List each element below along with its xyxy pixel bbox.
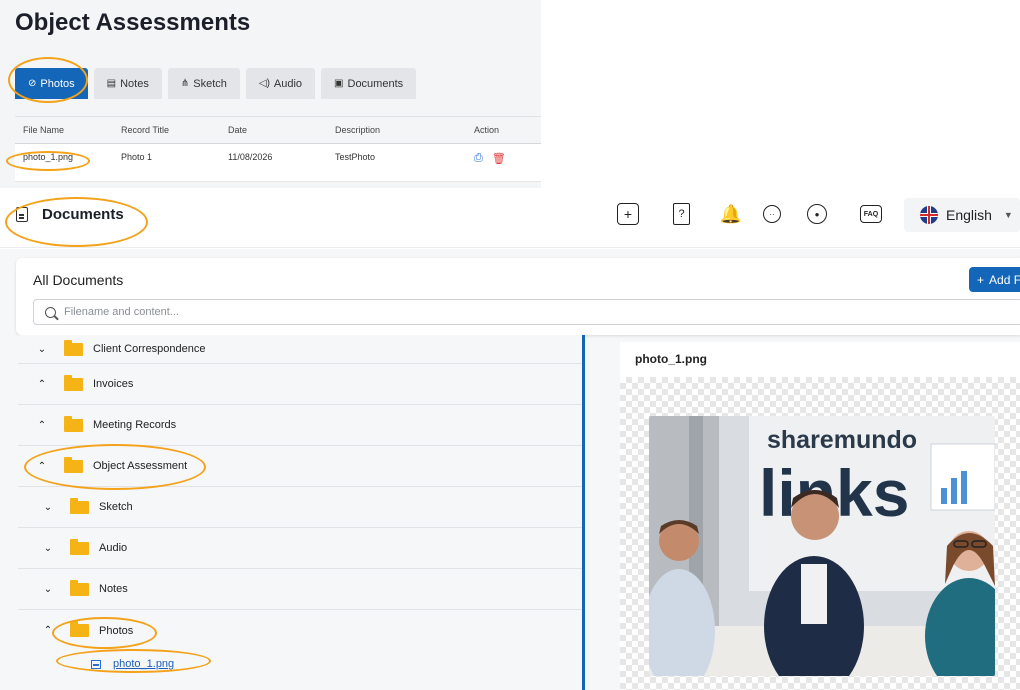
folder-icon	[70, 579, 89, 596]
folder-item-client-correspondence[interactable]: ⌄ Client Correspondence	[18, 335, 582, 364]
chevron-up-icon[interactable]: ⌃	[35, 420, 49, 431]
search-input[interactable]	[64, 306, 464, 318]
pane-divider[interactable]	[582, 335, 585, 690]
tab-sketch-label: Sketch	[193, 77, 227, 90]
folder-icon	[70, 621, 89, 637]
sketch-icon: ⋔	[180, 78, 190, 89]
folder-item-sketch[interactable]: ⌄ Sketch	[18, 487, 582, 528]
add-file-button[interactable]: + Add F	[969, 267, 1020, 292]
add-file-label: Add F	[989, 272, 1020, 287]
chevron-up-icon[interactable]: ⌃	[35, 379, 49, 390]
header-title: Documents	[42, 206, 124, 223]
chevron-down-icon[interactable]: ⌄	[41, 543, 55, 554]
date-cell: 11/08/2026	[228, 152, 273, 162]
object-assessments-panel: Object Assessments ⊘ Photos ▤ Notes ⋔ Sk…	[0, 0, 541, 188]
print-icon[interactable]: ⎙	[474, 152, 483, 165]
preview-image: sharemundo links	[649, 416, 995, 676]
help-icon[interactable]: ?	[673, 203, 690, 225]
documents-card: All Documents + Add F	[16, 258, 1020, 335]
folder-item-audio[interactable]: ⌄ Audio	[18, 528, 582, 569]
faq-label: FAQ	[860, 205, 882, 223]
tab-photos-label: Photos	[40, 77, 75, 90]
file-preview: photo_1.png sharemundo links	[620, 342, 1020, 690]
card-title: All Documents	[33, 272, 124, 288]
search-icon	[45, 306, 56, 318]
file-item[interactable]: photo_1.png	[18, 653, 582, 675]
action-cell: ⎙ 🗑	[474, 152, 534, 165]
document-icon: ▣	[334, 78, 344, 89]
folder-item-object-assessment[interactable]: ⌃ Object Assessment	[18, 446, 582, 487]
column-header: Description	[335, 125, 381, 135]
folder-icon	[64, 415, 83, 432]
language-label: English	[946, 207, 992, 223]
preview-title: photo_1.png	[635, 352, 707, 366]
app-header: Documents + ? 🔔 ·· ● FAQ English ▼	[0, 188, 1020, 248]
tab-notes[interactable]: ▤ Notes	[93, 68, 162, 99]
description-cell: TestPhoto	[335, 152, 376, 162]
language-selector[interactable]: English ▼	[904, 198, 1020, 232]
tab-audio[interactable]: ◁) Audio	[245, 68, 316, 99]
add-icon[interactable]: +	[617, 203, 639, 225]
uk-flag-icon	[920, 206, 938, 224]
folder-item-photos[interactable]: ⌃ Photos	[18, 610, 582, 651]
audio-icon: ◁)	[258, 78, 270, 89]
folder-label: Meeting Records	[93, 419, 177, 431]
tab-sketch[interactable]: ⋔ Sketch	[167, 68, 240, 99]
brand-text: sharemundo	[767, 426, 917, 454]
assessment-table: File Name Record Title Date Description …	[15, 116, 541, 182]
column-header: Record Title	[121, 125, 170, 135]
document-icon	[16, 207, 28, 222]
faq-icon[interactable]: FAQ	[860, 203, 882, 225]
folder-icon	[64, 374, 83, 391]
plus-icon: +	[977, 272, 985, 287]
chevron-down-icon: ▼	[1003, 210, 1013, 220]
trash-icon[interactable]: 🗑	[492, 152, 506, 165]
tab-notes-label: Notes	[120, 77, 149, 90]
page-title: Object Assessments	[15, 9, 251, 36]
tab-documents-label: Documents	[347, 77, 404, 90]
tab-photos[interactable]: ⊘ Photos	[15, 68, 88, 99]
folder-label: Notes	[99, 583, 128, 595]
chevron-down-icon[interactable]: ⌄	[41, 584, 55, 595]
file-name-cell[interactable]: photo_1.png	[15, 152, 121, 162]
column-header: File Name	[23, 125, 65, 135]
note-icon: ▤	[106, 78, 117, 89]
column-header: Action	[474, 125, 500, 135]
chat-icon[interactable]: ··	[761, 203, 783, 225]
tab-documents[interactable]: ▣ Documents	[321, 68, 417, 99]
folder-label: Client Correspondence	[93, 343, 206, 355]
folder-tree: ⌄ Client Correspondence ⌃ Invoices ⌃ Mee…	[18, 335, 582, 690]
assessment-tabs: ⊘ Photos ▤ Notes ⋔ Sketch ◁) Audio ▣ Doc…	[15, 68, 417, 99]
image-file-icon	[91, 659, 101, 669]
support-chat-icon[interactable]: ●	[806, 203, 828, 225]
chevron-up-icon[interactable]: ⌃	[41, 625, 55, 636]
record-title-cell: Photo 1	[121, 152, 153, 162]
folder-label: Invoices	[93, 378, 134, 390]
table-header: File Name Record Title Date Description …	[15, 116, 541, 144]
search-bar[interactable]	[33, 299, 1020, 325]
file-link[interactable]: photo_1.png	[113, 658, 174, 670]
folder-label: Audio	[99, 542, 128, 554]
photo-icon: ⊘	[28, 78, 37, 89]
folder-label: Sketch	[99, 501, 133, 513]
tab-audio-label: Audio	[273, 77, 303, 90]
folder-item-invoices[interactable]: ⌃ Invoices	[18, 364, 582, 405]
page: Object Assessments ⊘ Photos ▤ Notes ⋔ Sk…	[0, 0, 1020, 690]
chevron-down-icon[interactable]: ⌄	[41, 502, 55, 513]
folder-item-notes[interactable]: ⌄ Notes	[18, 569, 582, 610]
bell-icon[interactable]: 🔔	[720, 203, 742, 225]
chevron-down-icon[interactable]: ⌄	[35, 344, 49, 355]
column-header: Date	[228, 125, 248, 135]
folder-icon	[70, 497, 89, 514]
folder-item-meeting-records[interactable]: ⌃ Meeting Records	[18, 405, 582, 446]
folder-label: Photos	[99, 624, 134, 637]
folder-icon	[64, 456, 83, 473]
chevron-up-icon[interactable]: ⌃	[35, 461, 49, 472]
table-row[interactable]: photo_1.png Photo 1 11/08/2026 TestPhoto…	[15, 144, 541, 182]
folder-icon	[70, 538, 89, 555]
folder-label: Object Assessment	[93, 460, 188, 472]
folder-icon	[64, 339, 83, 356]
